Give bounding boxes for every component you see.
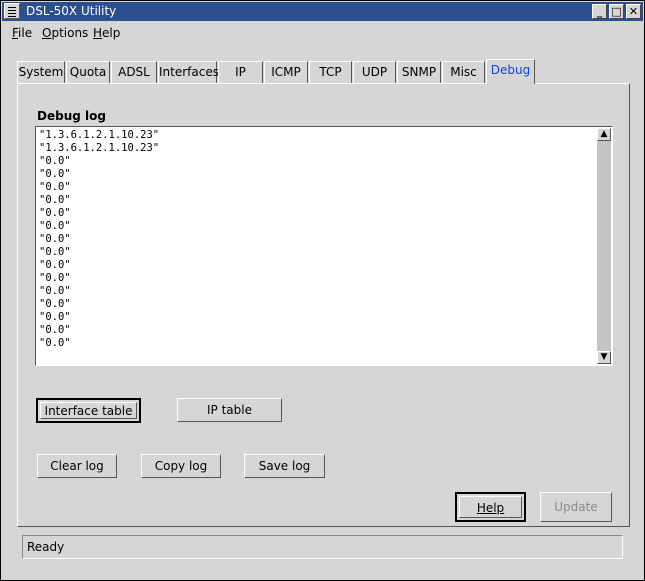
window-title: DSL-50X Utility — [26, 4, 117, 18]
tab-quota[interactable]: Quota — [66, 61, 110, 83]
clear-log-button[interactable]: Clear log — [37, 454, 117, 478]
debug-log-label: Debug log — [37, 109, 106, 123]
tab-ip[interactable]: IP — [218, 61, 263, 83]
log-line: "0.0" — [39, 181, 71, 193]
status-bar: Ready — [22, 535, 623, 559]
log-line: "0.0" — [39, 324, 71, 336]
help-button[interactable]: Help — [455, 492, 526, 522]
update-button[interactable]: Update — [540, 492, 612, 522]
window-menu-icon[interactable] — [4, 3, 20, 19]
tab-system[interactable]: System — [17, 61, 65, 83]
log-line: "0.0" — [39, 155, 71, 167]
debug-log-textarea[interactable]: "1.3.6.1.2.1.10.23" "1.3.6.1.2.1.10.23" "0… — [35, 126, 613, 366]
log-line: "1.3.6.1.2.1.10.23" — [39, 129, 160, 141]
tab-udp[interactable]: UDP — [353, 61, 396, 83]
log-line: "0.0" — [39, 298, 71, 310]
tab-tcp[interactable]: TCP — [309, 61, 352, 83]
log-line: "0.0" — [39, 285, 71, 297]
log-line: "0.0" — [39, 233, 71, 245]
close-icon[interactable]: ✕ — [626, 4, 641, 19]
log-line: "0.0" — [39, 311, 71, 323]
title-bar[interactable]: DSL-50X Utility _ □ ✕ — [2, 2, 643, 21]
tab-snmp[interactable]: SNMP — [397, 61, 441, 83]
scroll-up-icon[interactable]: ▲ — [597, 128, 611, 141]
log-line: "0.0" — [39, 272, 71, 284]
maximize-icon[interactable]: □ — [609, 4, 624, 19]
minimize-icon[interactable]: _ — [592, 4, 607, 19]
menu-help[interactable]: Help — [93, 26, 120, 40]
log-line: "0.0" — [39, 207, 71, 219]
log-line: "0.0" — [39, 259, 71, 271]
ip-table-button[interactable]: IP table — [177, 398, 282, 422]
tab-misc[interactable]: Misc — [442, 61, 485, 83]
scroll-down-icon[interactable]: ▼ — [597, 351, 611, 364]
log-line: "0.0" — [39, 220, 71, 232]
debug-log-content: "1.3.6.1.2.1.10.23" "1.3.6.1.2.1.10.23" "0… — [39, 129, 594, 350]
status-text: Ready — [27, 540, 65, 554]
tab-icmp[interactable]: ICMP — [264, 61, 308, 83]
copy-log-button[interactable]: Copy log — [141, 454, 221, 478]
tab-interfaces[interactable]: Interfaces — [158, 61, 219, 83]
log-line: "0.0" — [39, 168, 71, 180]
tab-debug[interactable]: Debug — [486, 59, 535, 84]
menu-file[interactable]: File — [12, 26, 32, 40]
app-window: DSL-50X Utility _ □ ✕ File Options Help … — [0, 0, 645, 581]
save-log-button[interactable]: Save log — [244, 454, 325, 478]
tab-adsl[interactable]: ADSL — [111, 61, 157, 83]
menu-options[interactable]: Options — [42, 26, 88, 40]
log-line: "0.0" — [39, 194, 71, 206]
interface-table-button[interactable]: Interface table — [36, 398, 141, 423]
log-line: "1.3.6.1.2.1.10.23" — [39, 142, 160, 154]
log-line: "0.0" — [39, 246, 71, 258]
log-line: "0.0" — [39, 337, 71, 349]
log-scrollbar[interactable]: ▲ ▼ — [597, 128, 611, 364]
